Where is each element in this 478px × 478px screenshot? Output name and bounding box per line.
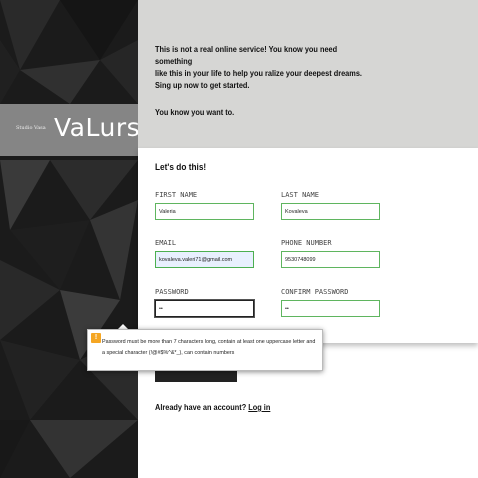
last-name-label: LAST NAME — [281, 191, 319, 199]
login-prompt: Already have an account? Log in — [155, 403, 270, 412]
intro-line-3: Sing up now to get started. — [155, 81, 250, 90]
brand-logo: VaLurs — [54, 113, 138, 142]
intro-line-2: like this in your life to help you raliz… — [155, 69, 362, 78]
signup-button[interactable] — [155, 370, 237, 382]
first-name-input[interactable]: Valeria — [155, 203, 254, 220]
tooltip-message: Password must be more than 7 characters … — [102, 339, 316, 356]
warning-icon: ! — [91, 333, 101, 343]
first-name-label: FIRST NAME — [155, 191, 198, 199]
intro-line-1: This is not a real online service! You k… — [155, 45, 338, 66]
intro-text: This is not a real online service! You k… — [155, 44, 376, 92]
password-input[interactable]: •• — [155, 300, 254, 317]
polygon-background — [0, 0, 138, 478]
left-decor-panel: Studio Vasa VaLurs — [0, 0, 138, 478]
password-validation-tooltip: ! Password must be more than 7 character… — [87, 329, 323, 371]
form-heading: Let's do this! — [155, 162, 207, 172]
login-prompt-text: Already have an account? — [155, 403, 249, 412]
email-label: EMAIL — [155, 239, 177, 247]
password-label: PASSWORD — [155, 288, 189, 296]
phone-label: PHONE NUMBER — [281, 239, 332, 247]
confirm-password-input[interactable]: •• — [281, 300, 380, 317]
phone-input[interactable]: 9530748099 — [281, 251, 380, 268]
intro-tagline: You know you want to. — [155, 108, 235, 117]
confirm-password-label: CONFIRM PASSWORD — [281, 288, 349, 296]
last-name-input[interactable]: Kovaleva — [281, 203, 380, 220]
email-input[interactable]: kovaleva.valeri71@gmail.com — [155, 251, 254, 268]
login-link[interactable]: Log in — [248, 403, 270, 412]
brand-small-text: Studio Vasa — [16, 125, 46, 131]
